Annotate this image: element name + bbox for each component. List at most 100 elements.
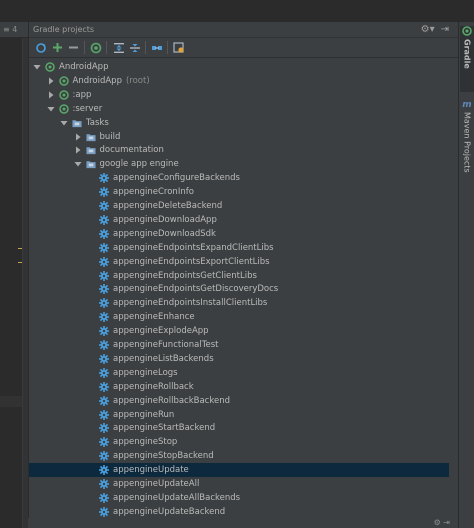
expanded-arrow-icon[interactable] — [60, 119, 68, 127]
task-item[interactable]: appengineEndpointsGetClientLibs — [29, 269, 449, 283]
task-item[interactable]: appengineDeleteBackend — [29, 199, 449, 213]
task-item[interactable]: appengineUpdateAllBackends — [29, 491, 449, 505]
task-gear-icon — [99, 492, 109, 503]
task-item[interactable]: appengineEndpointsGetDiscoveryDocs — [29, 282, 449, 296]
tree-node[interactable]: :server — [29, 102, 449, 116]
task-item[interactable]: appengineExplodeApp — [29, 324, 449, 338]
execute-icon[interactable] — [88, 40, 103, 55]
editor-current-line — [0, 396, 22, 407]
task-item[interactable]: appengineEndpointsInstallClientLibs — [29, 296, 449, 310]
tab-gradle[interactable]: Gradle — [460, 26, 474, 92]
tab-gradle-label: Gradle — [462, 39, 472, 69]
task-gear-icon — [99, 353, 109, 364]
task-item[interactable]: appengineStopBackend — [29, 449, 449, 463]
task-item[interactable]: appengineFunctionalTest — [29, 338, 449, 352]
tree-node-label: appengineExplodeApp — [113, 326, 209, 337]
bottom-gear-icon[interactable]: ⚙ ⇥ — [434, 518, 450, 527]
tree-node[interactable]: AndroidApp — [29, 60, 449, 74]
tree-node[interactable]: Tasks — [29, 116, 449, 130]
tree-node[interactable]: :app — [29, 88, 449, 102]
collapsed-arrow-icon[interactable] — [74, 133, 82, 141]
panel-bottom-bar: ⚙ ⇥ — [28, 518, 458, 528]
task-gear-icon — [99, 423, 109, 434]
gradle-projects-panel: Gradle projects ⚙▾ ⇥ AndroidApp AndroidA… — [28, 22, 459, 528]
collapsed-arrow-icon[interactable] — [74, 146, 82, 154]
expanded-arrow-icon[interactable] — [47, 105, 55, 113]
tree-node[interactable]: google app engine — [29, 157, 449, 171]
task-item[interactable]: appengineUpdate — [29, 463, 449, 478]
task-item[interactable]: appengineUpdateAll — [29, 477, 449, 491]
tab-maven-projects[interactable]: m Maven Projects — [460, 100, 474, 180]
task-item[interactable]: appengineLogs — [29, 366, 449, 380]
tree-node-label: appengineUpdate — [113, 465, 189, 476]
expanded-arrow-icon[interactable] — [33, 63, 41, 71]
add-icon[interactable] — [50, 40, 65, 55]
tree-node-label: :app — [72, 89, 92, 100]
panel-titlebar: Gradle projects ⚙▾ ⇥ — [29, 22, 459, 38]
folder-icon — [72, 118, 82, 128]
folder-icon — [85, 145, 96, 155]
task-item[interactable]: appengineEndpointsExpandClientLibs — [29, 241, 449, 255]
gear-icon[interactable]: ⚙▾ — [421, 24, 435, 35]
tree-node[interactable]: build — [29, 130, 449, 144]
task-item[interactable]: appengineEndpointsExportClientLibs — [29, 255, 449, 269]
tree-node[interactable]: AndroidApp (root) — [29, 74, 449, 88]
tree-node-label: appengineStop — [113, 437, 178, 448]
collapse-all-icon[interactable] — [127, 40, 142, 55]
tree-node-suffix: (root) — [125, 75, 150, 86]
tree-node-label: appengineEndpointsGetDiscoveryDocs — [113, 284, 279, 295]
top-empty-area — [28, 0, 458, 22]
task-item[interactable]: appengineEnhance — [29, 310, 449, 324]
task-item[interactable]: appengineConfigureBackends — [29, 171, 449, 185]
tree-node-label: appengineCronInfo — [113, 187, 194, 198]
refresh-icon[interactable] — [33, 40, 48, 55]
tree-node-label: appengineDownloadApp — [113, 214, 217, 225]
tree-node-label: appengineListBackends — [113, 353, 214, 364]
tree-node-label: appengineFunctionalTest — [113, 340, 219, 350]
task-item[interactable]: appengineDownloadSdk — [29, 227, 449, 241]
expanded-arrow-icon[interactable] — [74, 160, 82, 168]
link-icon[interactable] — [149, 40, 164, 55]
toolbar-separator — [145, 41, 146, 54]
tree-node[interactable]: documentation — [29, 143, 449, 157]
task-item[interactable]: appengineStartBackend — [29, 421, 449, 435]
editor-tab-marker[interactable]: ≡ 4 — [0, 22, 28, 38]
tree-node-label: appengineDeleteBackend — [113, 201, 223, 211]
task-item[interactable]: appengineStop — [29, 435, 449, 449]
collapsed-arrow-icon[interactable] — [47, 91, 55, 99]
task-item[interactable]: appengineDownloadApp — [29, 213, 449, 227]
collapsed-arrow-icon[interactable] — [47, 77, 55, 85]
task-item[interactable]: appengineUpdateBackend — [29, 505, 449, 519]
task-gear-icon — [99, 506, 109, 517]
settings-icon[interactable] — [171, 40, 186, 55]
task-item[interactable]: appengineRollbackBackend — [29, 394, 449, 408]
tree-node-label: appengineConfigureBackends — [113, 173, 240, 184]
toolbar-separator — [167, 41, 168, 54]
remove-icon[interactable] — [66, 40, 81, 55]
expand-all-icon[interactable] — [111, 40, 126, 55]
task-item[interactable]: appengineListBackends — [29, 352, 449, 366]
task-item[interactable]: appengineCronInfo — [29, 185, 449, 199]
tab-maven-label: Maven Projects — [462, 112, 472, 173]
tree-node-label: appengineEnhance — [113, 312, 195, 323]
tree-node-label: AndroidApp — [72, 75, 122, 86]
task-gear-icon — [99, 187, 109, 198]
task-item[interactable]: appengineRun — [29, 408, 449, 422]
tree-node-label: appengineRollback — [113, 381, 194, 392]
tree-node-label: appengineEndpointsExportClientLibs — [113, 256, 270, 267]
tree-node-label: appengineRollbackBackend — [113, 395, 230, 406]
task-gear-icon — [99, 284, 109, 295]
task-item[interactable]: appengineRollback — [29, 380, 449, 394]
task-gear-icon — [99, 395, 109, 406]
tree-node-label: appengineStopBackend — [113, 451, 214, 462]
close-icon[interactable]: ⇥ — [441, 24, 449, 35]
